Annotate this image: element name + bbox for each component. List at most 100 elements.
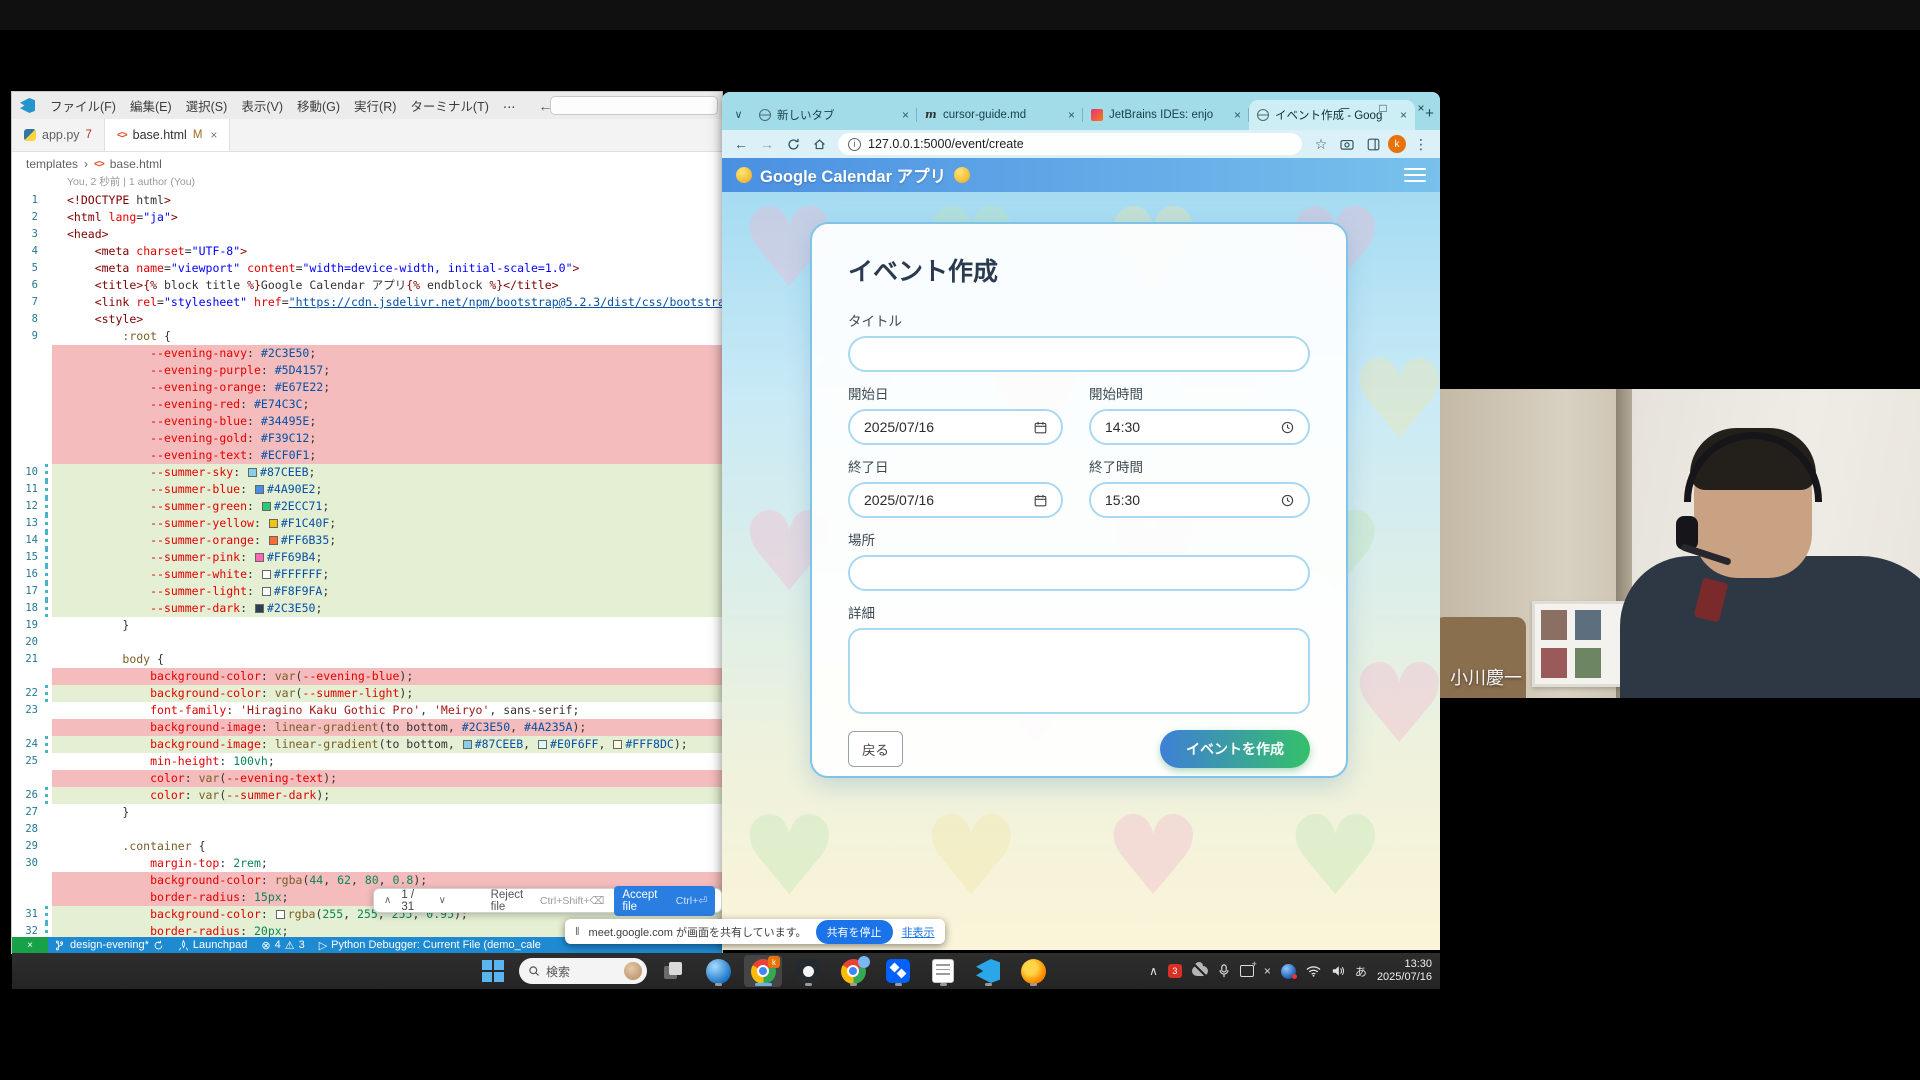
launchpad-item[interactable]: Launchpad — [171, 939, 254, 951]
reject-file-button[interactable]: Reject file Ctrl+Shift+⌫ — [491, 889, 605, 913]
code-editor[interactable]: 1<!DOCTYPE html>2<html lang="ja">3<head>… — [12, 192, 722, 937]
code-line: --evening-text: #ECF0F1; — [12, 447, 722, 464]
microphone-icon[interactable] — [1218, 964, 1230, 978]
taskbar-app-dropbox[interactable] — [879, 955, 917, 987]
accept-file-button[interactable]: Accept file Ctrl+⏎ — [614, 886, 715, 916]
taskbar-app-chrome[interactable]: k — [744, 955, 782, 987]
home-button[interactable] — [808, 133, 830, 155]
remote-indicator[interactable]: × — [12, 937, 48, 953]
address-bar[interactable]: i 127.0.0.1:5000/event/create — [838, 133, 1302, 155]
dropbox-icon — [886, 959, 910, 983]
breadcrumb-file[interactable]: base.html — [110, 157, 162, 171]
code-line: 25 min-height: 100vh; — [12, 753, 722, 770]
wifi-icon[interactable] — [1306, 965, 1321, 977]
menu-item[interactable]: ⋯ — [496, 97, 523, 117]
vscode-logo-icon — [20, 98, 35, 113]
close-button[interactable]: × — [1402, 92, 1440, 124]
hamburger-menu-icon[interactable] — [1404, 168, 1426, 182]
tab-search-icon[interactable]: ∨ — [728, 100, 749, 128]
notification-badge-icon[interactable]: 3 — [1168, 964, 1182, 978]
volume-icon[interactable] — [1331, 965, 1345, 977]
browser-tab[interactable]: 新しいタブ× — [751, 100, 917, 130]
problems-item[interactable]: ⊗ 4 ⚠ 3 — [254, 939, 311, 952]
search-icon — [528, 965, 540, 977]
menu-item[interactable]: 編集(E) — [123, 97, 179, 117]
end-time-input[interactable]: 15:30 — [1089, 482, 1310, 518]
snip-tool-icon[interactable] — [1240, 965, 1254, 977]
stop-sharing-button[interactable]: 共有を停止 — [816, 920, 893, 944]
taskbar-app-github-desktop[interactable] — [789, 955, 827, 987]
onedrive-paused-icon[interactable] — [1192, 966, 1208, 976]
menu-item[interactable]: ファイル(F) — [43, 97, 123, 117]
vscode-icon — [976, 959, 1000, 983]
close-tray-icon[interactable]: × — [1264, 964, 1271, 978]
start-date-input[interactable]: 2025/07/16 — [848, 409, 1063, 445]
taskbar-clock[interactable]: 13:30 2025/07/16 — [1377, 958, 1432, 984]
forward-button[interactable]: → — [756, 133, 778, 155]
title-input[interactable] — [848, 336, 1310, 372]
taskbar-app-firefox[interactable] — [1014, 955, 1052, 987]
end-date-input[interactable]: 2025/07/16 — [848, 482, 1063, 518]
branch-name: design-evening* — [70, 939, 149, 951]
maximize-button[interactable]: □ — [1364, 92, 1402, 124]
clock-icon — [1281, 421, 1294, 434]
taskbar-search[interactable]: 検索 — [519, 958, 647, 984]
back-button[interactable]: 戻る — [848, 731, 903, 767]
task-view-button[interactable] — [654, 955, 692, 987]
minimize-button[interactable]: ─ — [1326, 92, 1364, 124]
chrome-menu-icon[interactable]: ⋮ — [1410, 133, 1432, 155]
code-line: background-color: var(--evening-blue); — [12, 668, 722, 685]
editor-tab-base-html[interactable]: <> base.html M × — [105, 119, 231, 151]
code-line: 16 --summer-white: #FFFFFF; — [12, 566, 722, 583]
end-date-value: 2025/07/16 — [864, 492, 934, 508]
tab-title: cursor-guide.md — [943, 109, 1062, 121]
close-tab-icon[interactable]: × — [902, 108, 909, 122]
reload-button[interactable] — [782, 133, 804, 155]
sun-face-emoji — [736, 167, 752, 183]
profile-avatar[interactable]: k — [1388, 135, 1406, 153]
close-tab-icon[interactable]: × — [1234, 108, 1241, 122]
start-button[interactable] — [474, 955, 512, 987]
vscode-titlebar: ファイル(F)編集(E)選択(S)表示(V)移動(G)実行(R)ターミナル(T)… — [12, 92, 722, 119]
details-textarea[interactable] — [848, 628, 1310, 714]
create-event-button[interactable]: イベントを作成 — [1160, 730, 1310, 768]
diff-next-button[interactable]: ∨ — [439, 895, 446, 906]
meet-recording-icon[interactable] — [1281, 964, 1296, 979]
command-center[interactable] — [550, 96, 718, 115]
code-line: 10 --summer-sky: #87CEEB; — [12, 464, 722, 481]
ime-indicator[interactable]: あ — [1355, 963, 1367, 980]
menu-item[interactable]: ターミナル(T) — [403, 97, 495, 117]
chrome-window: ∨ 新しいタブ×mcursor-guide.md×JetBrains IDEs:… — [722, 92, 1440, 950]
close-tab-icon[interactable]: × — [210, 128, 217, 142]
breadcrumb[interactable]: templates › <> base.html — [26, 154, 162, 174]
tray-expand-icon[interactable]: ∧ — [1149, 964, 1158, 978]
taskbar-app-vscode[interactable] — [969, 955, 1007, 987]
markdown-icon: m — [925, 109, 937, 121]
menu-item[interactable]: 選択(S) — [179, 97, 235, 117]
start-time-input[interactable]: 14:30 — [1089, 409, 1310, 445]
taskbar-app-edge[interactable] — [699, 955, 737, 987]
diff-prev-button[interactable]: ∧ — [384, 895, 391, 906]
hide-bar-link[interactable]: 非表示 — [902, 924, 935, 940]
bookmark-star-icon[interactable]: ☆ — [1310, 133, 1332, 155]
url-text[interactable]: 127.0.0.1:5000/event/create — [868, 137, 1292, 151]
menu-item[interactable]: 移動(G) — [290, 97, 347, 117]
location-input[interactable] — [848, 555, 1310, 591]
chrome-tabstrip: ∨ 新しいタブ×mcursor-guide.md×JetBrains IDEs:… — [722, 92, 1440, 130]
editor-tab-app-py[interactable]: app.py 7 — [12, 119, 105, 151]
code-line: 20 — [12, 634, 722, 651]
git-branch-item[interactable]: design-evening* — [48, 939, 171, 951]
site-info-icon[interactable]: i — [848, 138, 861, 151]
taskbar-app-notepad[interactable] — [924, 955, 962, 987]
browser-tab[interactable]: JetBrains IDEs: enjo× — [1083, 100, 1249, 130]
side-panel-icon[interactable] — [1362, 133, 1384, 155]
browser-tab[interactable]: m cursor-guide.md × — [917, 100, 1083, 130]
menu-item[interactable]: 表示(V) — [234, 97, 290, 117]
breadcrumb-folder[interactable]: templates — [26, 157, 78, 171]
taskbar-app-chrome-pwa[interactable] — [834, 955, 872, 987]
screenshot-icon[interactable] — [1336, 133, 1358, 155]
close-tab-icon[interactable]: × — [1068, 108, 1075, 122]
debugger-item[interactable]: ▷ Python Debugger: Current File (demo_ca… — [312, 939, 548, 952]
back-button[interactable]: ← — [730, 133, 752, 155]
menu-item[interactable]: 実行(R) — [347, 97, 403, 117]
